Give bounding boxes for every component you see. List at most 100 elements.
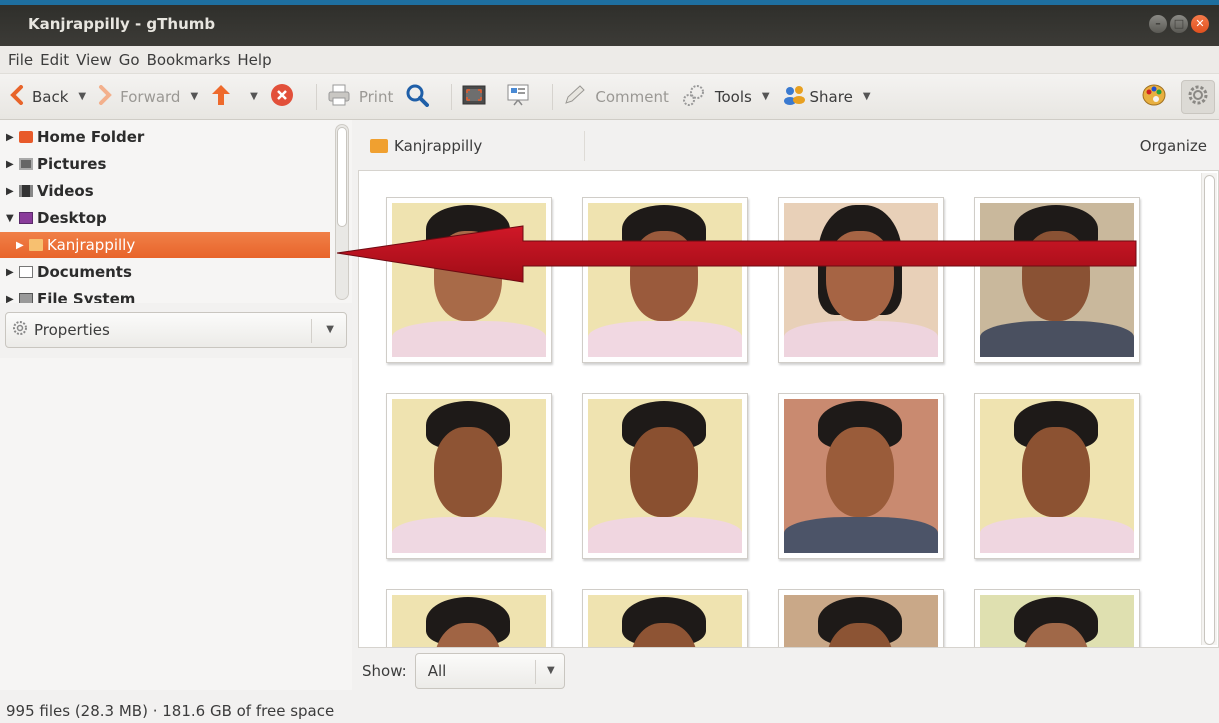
thumbnail[interactable] [582, 197, 748, 363]
menu-bookmarks[interactable]: Bookmarks [147, 51, 231, 69]
tree-item-home-folder[interactable]: ▶ Home Folder [0, 124, 330, 150]
organize-button[interactable]: Organize [1140, 137, 1207, 155]
expander-icon[interactable]: ▶ [6, 294, 16, 304]
expander-icon[interactable]: ▶ [6, 159, 16, 170]
expander-icon[interactable]: ▶ [6, 186, 16, 197]
tools-button[interactable]: Tools ▼ [681, 83, 770, 111]
tree-item-label: Documents [37, 263, 132, 281]
tree-item-label: Desktop [37, 209, 107, 227]
thumbnail[interactable] [974, 393, 1140, 559]
thumbnail[interactable] [778, 197, 944, 363]
toolbar: Back ▼ Forward ▼ ▼ Print Comment Tools ▼… [0, 74, 1219, 120]
videos-folder-icon [19, 185, 33, 197]
slideshow-button[interactable] [506, 84, 538, 110]
tree-item-videos[interactable]: ▶ Videos [0, 178, 330, 204]
tree-item-documents[interactable]: ▶ Documents [0, 259, 330, 285]
photo-image [588, 399, 742, 553]
thumbnail[interactable] [386, 393, 552, 559]
search-icon [405, 83, 430, 111]
gear-icon [12, 320, 28, 340]
tools-chevron-icon: ▼ [761, 91, 770, 102]
preferences-button[interactable] [1141, 82, 1167, 112]
stop-button[interactable] [270, 83, 302, 111]
thumbnail[interactable] [386, 589, 552, 647]
grid-scrollbar[interactable] [1201, 173, 1217, 645]
title-bar: Kanjrappilly - gThumb – □ ✕ [0, 0, 1219, 46]
thumbnail[interactable] [582, 393, 748, 559]
tree-item-kanjrappilly[interactable]: ▶ Kanjrappilly [0, 232, 330, 258]
photo-image [588, 595, 742, 647]
expander-icon[interactable]: ▶ [6, 132, 16, 143]
thumbnail[interactable] [386, 197, 552, 363]
photo-image [980, 595, 1134, 647]
tree-item-file-system[interactable]: ▶ File System [0, 286, 330, 303]
photo-image [784, 203, 938, 357]
thumbnail[interactable] [974, 197, 1140, 363]
menu-file[interactable]: File [8, 51, 33, 69]
location-separator [584, 131, 585, 161]
stop-icon [270, 83, 294, 111]
menu-edit[interactable]: Edit [40, 51, 69, 69]
properties-dropdown[interactable]: Properties ▼ [5, 312, 347, 348]
home-folder-icon [19, 131, 33, 143]
expander-open-icon[interactable]: ▼ [6, 213, 16, 224]
forward-button[interactable]: Forward ▼ [98, 84, 198, 109]
print-label: Print [358, 87, 394, 106]
drive-icon [19, 293, 33, 303]
minimize-button[interactable]: – [1149, 15, 1167, 33]
properties-panel [0, 358, 352, 690]
back-history-chevron-icon[interactable]: ▼ [78, 91, 86, 102]
close-button[interactable]: ✕ [1191, 15, 1209, 33]
photo-image [980, 203, 1134, 357]
desktop-folder-icon [19, 212, 33, 224]
show-filter-dropdown[interactable]: All ▼ [414, 653, 565, 689]
tree-item-desktop[interactable]: ▼ Desktop [0, 205, 330, 231]
thumbnail[interactable] [778, 589, 944, 647]
tree-item-pictures[interactable]: ▶ Pictures [0, 151, 330, 177]
menu-go[interactable]: Go [119, 51, 140, 69]
menu-view[interactable]: View [76, 51, 112, 69]
up-button[interactable]: ▼ [210, 83, 258, 111]
status-bar: 995 files (28.3 MB) · 181.6 GB of free s… [0, 698, 1219, 723]
print-button[interactable]: Print [327, 84, 394, 110]
photo-image [784, 399, 938, 553]
tree-item-label: File System [37, 290, 136, 303]
expander-icon[interactable]: ▶ [16, 240, 26, 251]
back-button[interactable]: Back ▼ [10, 84, 86, 109]
tools-label: Tools [714, 87, 752, 106]
pencil-icon [563, 84, 587, 110]
thumbnail-grid[interactable] [358, 170, 1219, 648]
maximize-button[interactable]: □ [1170, 15, 1188, 33]
forward-history-chevron-icon[interactable]: ▼ [190, 91, 198, 102]
up-chevron-icon[interactable]: ▼ [250, 91, 258, 102]
comment-button[interactable]: Comment [563, 84, 669, 110]
gear-icon [1187, 84, 1209, 110]
tree-scrollbar-thumb[interactable] [337, 127, 347, 227]
thumbnail[interactable] [582, 589, 748, 647]
folder-icon [29, 239, 43, 251]
current-folder-button[interactable]: Kanjrappilly [394, 137, 482, 155]
grid-scrollbar-thumb[interactable] [1204, 175, 1215, 645]
expander-icon[interactable]: ▶ [6, 267, 16, 278]
palette-icon [1141, 82, 1167, 112]
thumbnail[interactable] [778, 393, 944, 559]
tree-item-label: Videos [37, 182, 94, 200]
back-label: Back [32, 87, 69, 106]
chevron-down-icon: ▼ [326, 324, 334, 335]
share-chevron-icon: ▼ [862, 91, 871, 102]
documents-folder-icon [19, 266, 33, 278]
toolbar-separator [315, 83, 317, 110]
forward-arrow-icon [98, 84, 112, 109]
photo-image [588, 203, 742, 357]
share-button[interactable]: Share ▼ [782, 84, 871, 110]
find-button[interactable] [405, 83, 437, 111]
toolbar-separator [451, 83, 453, 110]
menu-help[interactable]: Help [237, 51, 271, 69]
fullscreen-button[interactable] [462, 84, 494, 110]
fullscreen-icon [462, 84, 486, 110]
settings-button[interactable] [1181, 79, 1215, 114]
tree-scrollbar[interactable] [335, 124, 349, 300]
thumbnail[interactable] [974, 589, 1140, 647]
dropdown-separator [311, 319, 312, 343]
gears-icon [681, 83, 707, 111]
